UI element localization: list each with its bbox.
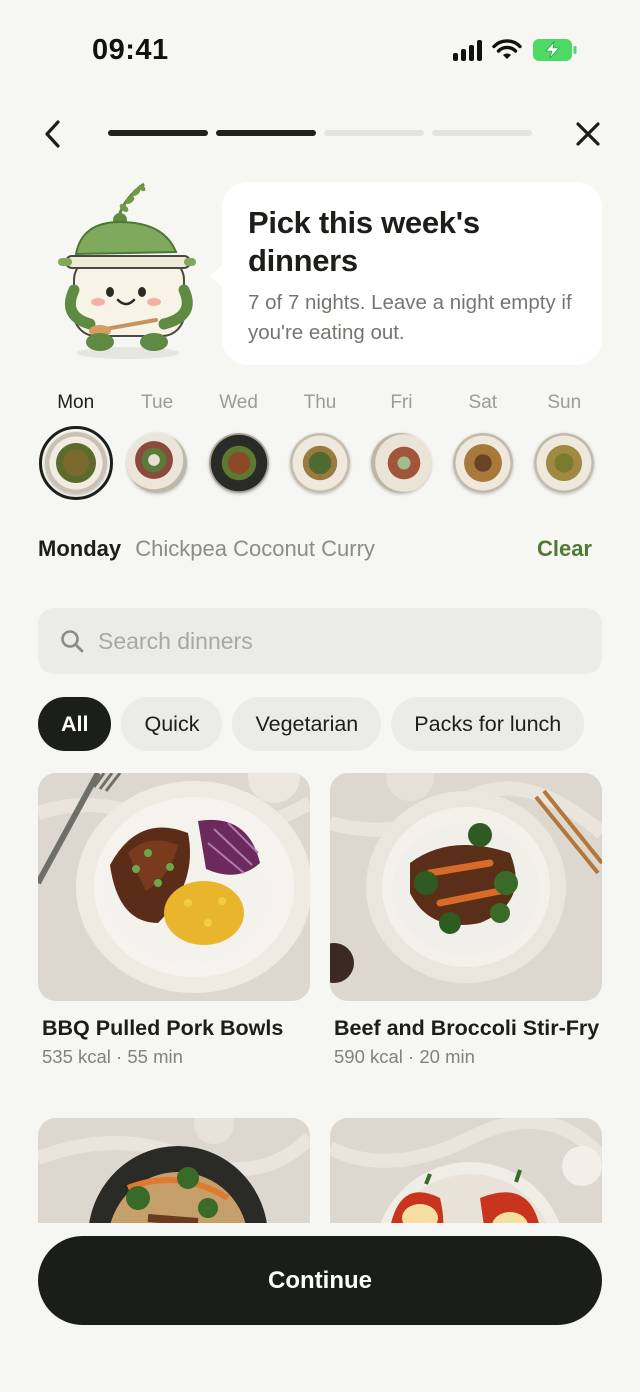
day-plate-ring	[38, 426, 113, 500]
dinner-name: Beef and Broccoli Stir-Fry	[334, 1016, 600, 1040]
search-input[interactable]	[98, 627, 558, 655]
week-day-selector: Mon Tue Wed Thu Fri Sat Sun	[35, 392, 605, 500]
dinner-card[interactable]	[330, 1118, 602, 1223]
dinner-photo	[330, 1118, 602, 1223]
day-fri[interactable]: Fri	[361, 392, 442, 500]
day-label: Wed	[219, 392, 258, 413]
dinner-card[interactable]	[38, 1118, 310, 1223]
selected-day-summary: Monday Chickpea Coconut Curry Clear	[38, 536, 602, 568]
meal-thumbnail	[127, 433, 188, 493]
filter-chip-all[interactable]: All	[38, 697, 112, 751]
wifi-icon	[492, 39, 522, 59]
dinner-photo	[330, 773, 602, 1001]
page-title: Pick this week's dinners	[248, 205, 480, 278]
filter-chip-vegetarian[interactable]: Vegetarian	[232, 697, 382, 751]
selected-day-name: Monday	[38, 536, 122, 561]
day-label: Sun	[547, 392, 582, 413]
dinner-photo	[38, 773, 310, 1001]
status-icons	[453, 38, 578, 62]
day-thu[interactable]: Thu	[279, 392, 360, 500]
stuffed-peppers-image	[330, 1118, 602, 1223]
day-mon[interactable]: Mon	[35, 392, 116, 500]
dinner-grid: BBQ Pulled Pork Bowls 535 kcal · 55 min …	[38, 773, 602, 1223]
close-icon	[576, 122, 600, 146]
day-plate-ring	[120, 426, 194, 500]
beef-broccoli-image	[330, 773, 602, 1001]
dinner-name: BBQ Pulled Pork Bowls	[42, 1016, 284, 1040]
dinner-card[interactable]: BBQ Pulled Pork Bowls 535 kcal · 55 min	[38, 773, 310, 1068]
day-wed[interactable]: Wed	[198, 392, 279, 500]
selected-meal-name: Chickpea Coconut Curry	[135, 536, 375, 561]
filter-chip-packs-for-lunch[interactable]: Packs for lunch	[391, 697, 585, 751]
step-progress	[108, 130, 532, 136]
meal-thumbnail	[289, 433, 350, 493]
signal-icon	[453, 39, 482, 61]
day-label: Tue	[141, 392, 174, 413]
search-bar	[38, 608, 602, 674]
day-label: Sat	[468, 392, 498, 413]
progress-segment	[324, 130, 424, 136]
day-sat[interactable]: Sat	[442, 392, 523, 500]
day-label: Thu	[303, 392, 337, 413]
day-plate-ring	[527, 426, 601, 500]
day-plate-ring	[283, 426, 357, 500]
day-sun[interactable]: Sun	[524, 392, 605, 500]
continue-button[interactable]: Continue	[38, 1236, 602, 1325]
dinner-meta: 590 kcal · 20 min	[334, 1046, 475, 1067]
filter-chips: All Quick Vegetarian Packs for lunch	[38, 697, 585, 751]
onboarding-nav	[0, 110, 640, 160]
day-plate-ring	[364, 426, 438, 500]
day-plate-ring	[446, 426, 520, 500]
clear-button[interactable]: Clear	[537, 536, 592, 562]
meal-thumbnail	[208, 433, 269, 493]
status-bar: 09:41	[0, 0, 640, 100]
dinner-meta: 535 kcal · 55 min	[42, 1046, 183, 1067]
progress-segment	[108, 130, 208, 136]
status-time: 09:41	[92, 34, 169, 66]
meal-thumbnail	[534, 433, 595, 493]
day-label: Fri	[390, 392, 413, 413]
meal-thumbnail	[452, 433, 513, 493]
back-button[interactable]	[34, 114, 70, 154]
day-plate-ring	[202, 426, 276, 500]
noodle-stir-fry-image	[38, 1118, 310, 1223]
battery-charging-icon	[533, 39, 577, 61]
filter-chip-quick[interactable]: Quick	[121, 697, 223, 751]
progress-segment	[216, 130, 316, 136]
chevron-left-icon	[45, 120, 60, 148]
bbq-pork-bowl-image	[38, 773, 310, 1001]
day-label: Mon	[57, 392, 95, 413]
page-subtitle: 7 of 7 nights. Leave a night empty if yo…	[248, 291, 572, 344]
day-tue[interactable]: Tue	[116, 392, 197, 500]
close-button[interactable]	[570, 114, 606, 154]
search-icon	[61, 630, 84, 653]
meal-thumbnail	[44, 432, 107, 494]
pot-mascot-illustration	[58, 182, 196, 359]
intro-speech-bubble: Pick this week's dinners 7 of 7 nights. …	[210, 182, 602, 365]
meal-thumbnail	[371, 433, 432, 493]
dinner-card[interactable]: Beef and Broccoli Stir-Fry 590 kcal · 20…	[330, 773, 602, 1068]
dinner-photo	[38, 1118, 310, 1223]
progress-segment	[432, 130, 532, 136]
